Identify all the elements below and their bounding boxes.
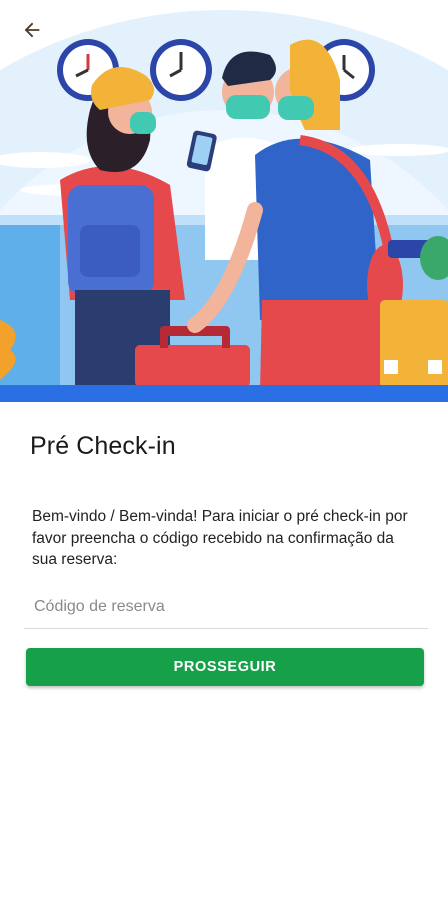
reservation-code-field (24, 584, 428, 629)
instructions-text: Bem-vindo / Bem-vinda! Para iniciar o pr… (32, 508, 408, 568)
arrow-left-icon (21, 19, 43, 46)
travelers-illustration (0, 10, 448, 402)
clock-icon (150, 39, 212, 101)
page-title: Pré Check-in (30, 432, 176, 460)
hero-illustration (0, 0, 448, 402)
back-button[interactable] (14, 14, 50, 50)
proceed-button[interactable]: PROSSEGUIR (26, 648, 424, 686)
reservation-code-input[interactable] (32, 592, 416, 622)
